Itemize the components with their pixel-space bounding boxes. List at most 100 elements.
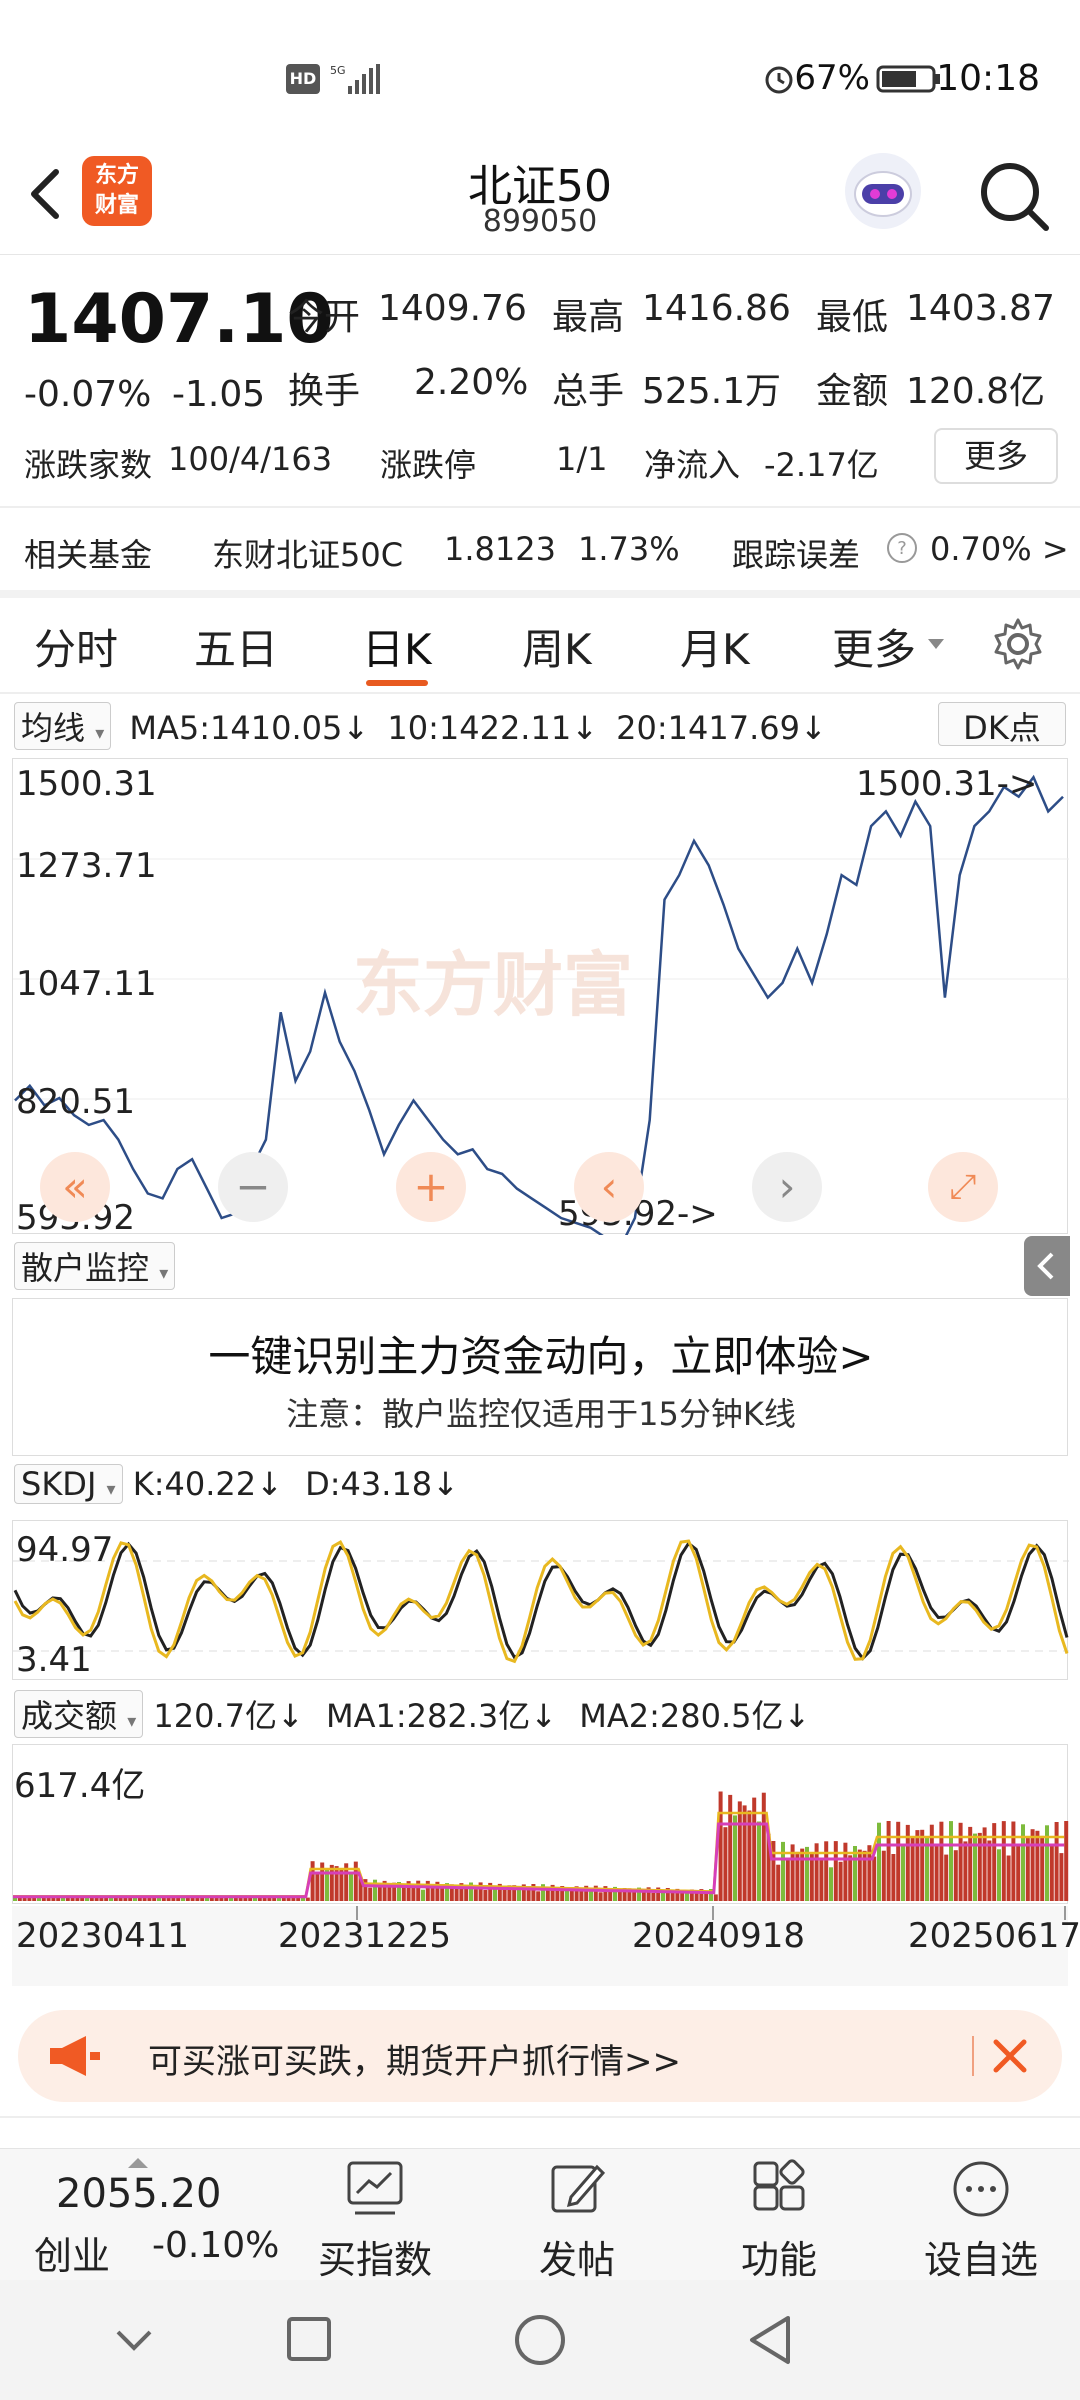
volume-bar xyxy=(430,1887,435,1901)
breadth-label: 涨跌家数 xyxy=(24,446,153,484)
volume-bar xyxy=(1001,1821,1006,1901)
scroll-left-button[interactable]: ‹ xyxy=(574,1152,644,1222)
volume-bar xyxy=(713,1894,718,1901)
volume-ma1-arrow: ↓ xyxy=(530,1697,558,1735)
robot-assistant-icon[interactable] xyxy=(842,150,924,232)
volume-bar xyxy=(493,1888,497,1901)
more-quote-button[interactable]: 更多 xyxy=(934,428,1058,484)
monitor-selector[interactable]: 散户监控 ▾ xyxy=(14,1242,176,1290)
nav-recents-icon[interactable] xyxy=(284,2314,334,2364)
volume-bar xyxy=(411,1887,416,1901)
skdj-chart[interactable] xyxy=(12,1520,1069,1680)
fund-pct: 1.73% xyxy=(578,530,680,568)
volume-bar xyxy=(824,1841,829,1901)
amount-value: 120.8亿 xyxy=(906,371,1046,412)
tracking-error-value: 0.70% > xyxy=(930,530,1069,568)
volume-bar xyxy=(526,1889,531,1901)
monitor-headline: 一键识别主力资金动向，立即体验> xyxy=(208,1332,874,1381)
volume-ma1: MA1:282.3亿 xyxy=(326,1697,531,1735)
svg-text:?: ? xyxy=(897,538,907,559)
help-icon[interactable]: ? xyxy=(886,532,918,564)
volume-label: 总手 xyxy=(552,371,625,412)
kline-chart[interactable]: 东方财富 xyxy=(12,758,1069,1250)
hd-badge: HD xyxy=(286,64,320,94)
volume-ma2-arrow: ↓ xyxy=(783,1697,811,1735)
settings-gear-icon[interactable] xyxy=(990,616,1046,672)
grid-apps-icon xyxy=(749,2159,809,2219)
monitor-row: 散户监控 ▾ xyxy=(14,1242,176,1292)
fullscreen-button[interactable]: ⤢ xyxy=(928,1152,998,1222)
volume-bar xyxy=(829,1867,833,1901)
volume-bar xyxy=(329,1864,334,1901)
volume-bar xyxy=(353,1861,358,1901)
date-axis: 20230411 20231225 20240918 20250617 xyxy=(12,1906,1080,1986)
ma5-value: MA5:1410.05 xyxy=(129,709,343,747)
volume-bar xyxy=(742,1805,747,1901)
tab-monthly-k[interactable]: 月K xyxy=(680,616,750,677)
volume-bar xyxy=(997,1849,1001,1901)
volume-svg xyxy=(13,1791,1069,1901)
change-value: -1.05 xyxy=(172,374,266,415)
volume-bar xyxy=(872,1856,877,1901)
skdj-svg xyxy=(13,1539,1069,1664)
volume-bar xyxy=(857,1849,862,1901)
collapse-panel-button[interactable] xyxy=(1024,1236,1070,1296)
skdj-k-line xyxy=(13,1539,1069,1664)
more-dots-icon xyxy=(951,2159,1011,2219)
volume-bar xyxy=(785,1857,790,1901)
system-nav-bar xyxy=(0,2280,1080,2400)
volume-bar xyxy=(704,1893,709,1901)
volume-bar xyxy=(977,1832,982,1901)
nav-home-icon[interactable] xyxy=(512,2312,568,2368)
low-label: 最低 xyxy=(816,297,889,338)
volume-bar xyxy=(1006,1855,1011,1901)
ma10-value: 10:1422.11 xyxy=(387,709,572,747)
skdj-k-arrow: ↓ xyxy=(256,1465,283,1503)
nav-collapse-icon[interactable] xyxy=(110,2316,158,2364)
status-bar: HD 5G 67% 10:18 xyxy=(0,0,1080,150)
ma-row: 均线 ▾ MA5:1410.05↓ 10:1422.11↓ 20:1417.69… xyxy=(14,702,827,752)
volume-bar xyxy=(1030,1829,1035,1901)
volume-bar xyxy=(944,1854,949,1901)
futures-ad-banner[interactable]: 可买涨可买跌，期货开户抓行情>> xyxy=(18,2010,1062,2102)
tab-more[interactable]: 更多 xyxy=(832,616,916,677)
volume-bar xyxy=(483,1890,488,1901)
volume-current-arrow: ↓ xyxy=(277,1697,304,1735)
turnover-label: 换手 xyxy=(288,371,361,412)
volume-y-max: 617.4亿 xyxy=(14,1766,146,1806)
ma20-arrow: ↓ xyxy=(800,709,827,747)
volume-bar xyxy=(737,1801,742,1901)
volume-bar xyxy=(949,1821,953,1901)
tab-intraday[interactable]: 分时 xyxy=(34,616,118,677)
y-label-4: 820.51 xyxy=(16,1082,135,1122)
volume-bar xyxy=(920,1829,925,1901)
volume-bar xyxy=(953,1850,958,1901)
nav-back-icon[interactable] xyxy=(744,2312,796,2368)
monitor-note: 注意：散户监控仅适用于15分钟K线 xyxy=(286,1395,796,1433)
volume-bar xyxy=(728,1794,733,1901)
date-label-2: 20231225 xyxy=(278,1916,452,1956)
scroll-left-fast-button[interactable]: « xyxy=(40,1152,110,1222)
zoom-in-button[interactable]: + xyxy=(396,1152,466,1222)
related-fund-row[interactable]: 相关基金 东财北证50C 1.8123 1.73% 跟踪误差 ? 0.70% > xyxy=(0,510,1080,590)
app-header: 东方 财富 北证50 899050 xyxy=(0,150,1080,255)
zoom-out-button[interactable]: − xyxy=(218,1152,288,1222)
dk-point-toggle[interactable]: DK点 xyxy=(938,702,1066,747)
volume-bar xyxy=(723,1827,728,1901)
index-ticker[interactable]: 2055.20 创业 -0.10% xyxy=(0,2149,300,2281)
volume-chart[interactable] xyxy=(12,1744,1069,1904)
open-label: 今开 xyxy=(288,297,361,338)
tab-five-day[interactable]: 五日 xyxy=(194,616,278,677)
skdj-selector[interactable]: SKDJ ▾ xyxy=(14,1464,123,1504)
change-pct: -0.07% xyxy=(24,374,152,415)
search-icon[interactable] xyxy=(976,158,1052,234)
scroll-right-button[interactable]: › xyxy=(752,1152,822,1222)
tab-daily-k[interactable]: 日K xyxy=(362,616,432,677)
tab-weekly-k[interactable]: 周K xyxy=(522,616,592,677)
battery-icon xyxy=(876,64,942,94)
close-icon[interactable] xyxy=(984,2030,1036,2082)
volume-bar xyxy=(1035,1830,1040,1901)
volume-selector[interactable]: 成交额 ▾ xyxy=(14,1690,144,1738)
ma-selector[interactable]: 均线 ▾ xyxy=(14,702,112,750)
monitor-promo-card[interactable]: 一键识别主力资金动向，立即体验> 注意：散户监控仅适用于15分钟K线 xyxy=(12,1298,1068,1456)
